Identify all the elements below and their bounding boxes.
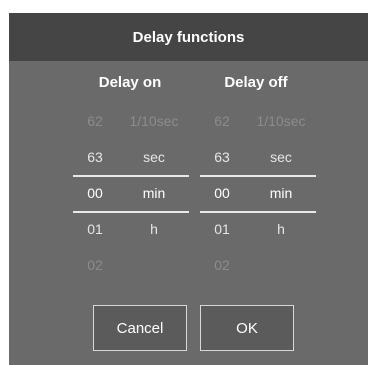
delay-off-row-1[interactable]: 62 1/10sec [200, 103, 318, 139]
delay-on-value: 02 [87, 257, 103, 273]
selection-line-bottom [73, 211, 189, 213]
delay-off-value: 62 [214, 113, 230, 129]
delay-off-value: 02 [214, 257, 230, 273]
delay-off-row-4[interactable]: 01 h [200, 211, 318, 247]
delay-off-header: Delay off [224, 74, 288, 91]
cancel-button[interactable]: Cancel [93, 305, 187, 351]
delay-off-unit: min [269, 185, 293, 201]
delay-on-picker[interactable]: 62 1/10sec 63 sec 00 min 01 h 02 [73, 103, 191, 283]
delay-off-row-5[interactable]: 02 [200, 247, 318, 283]
delay-on-unit: 1/10sec [129, 113, 179, 129]
delay-on-value: 63 [87, 149, 103, 165]
dialog-title: Delay functions [132, 28, 245, 46]
delay-on-value: 00 [87, 185, 103, 201]
delay-on-unit: min [142, 185, 166, 201]
delay-off-unit: 1/10sec [256, 113, 306, 129]
delay-functions-dialog: Delay functions Delay on Delay off 62 1/… [9, 13, 368, 365]
delay-off-unit: h [277, 221, 285, 237]
delay-off-row-selected[interactable]: 00 min [200, 175, 318, 211]
delay-on-row-selected[interactable]: 00 min [73, 175, 191, 211]
delay-on-value: 62 [87, 113, 103, 129]
delay-on-unit: sec [143, 149, 165, 165]
dialog-title-bar: Delay functions [9, 13, 368, 61]
ok-button[interactable]: OK [200, 305, 294, 351]
delay-on-header: Delay on [98, 74, 162, 91]
delay-on-row-1[interactable]: 62 1/10sec [73, 103, 191, 139]
delay-on-row-2[interactable]: 63 sec [73, 139, 191, 175]
delay-off-value: 63 [214, 149, 230, 165]
delay-off-value: 01 [214, 221, 230, 237]
selection-line-top [73, 175, 189, 177]
selection-line-top [200, 175, 316, 177]
delay-on-row-4[interactable]: 01 h [73, 211, 191, 247]
delay-off-value: 00 [214, 185, 230, 201]
selection-line-bottom [200, 211, 316, 213]
delay-on-value: 01 [87, 221, 103, 237]
delay-off-unit: sec [270, 149, 292, 165]
delay-off-row-2[interactable]: 63 sec [200, 139, 318, 175]
delay-on-row-5[interactable]: 02 [73, 247, 191, 283]
delay-off-picker[interactable]: 62 1/10sec 63 sec 00 min 01 h 02 [200, 103, 318, 283]
delay-on-unit: h [150, 221, 158, 237]
